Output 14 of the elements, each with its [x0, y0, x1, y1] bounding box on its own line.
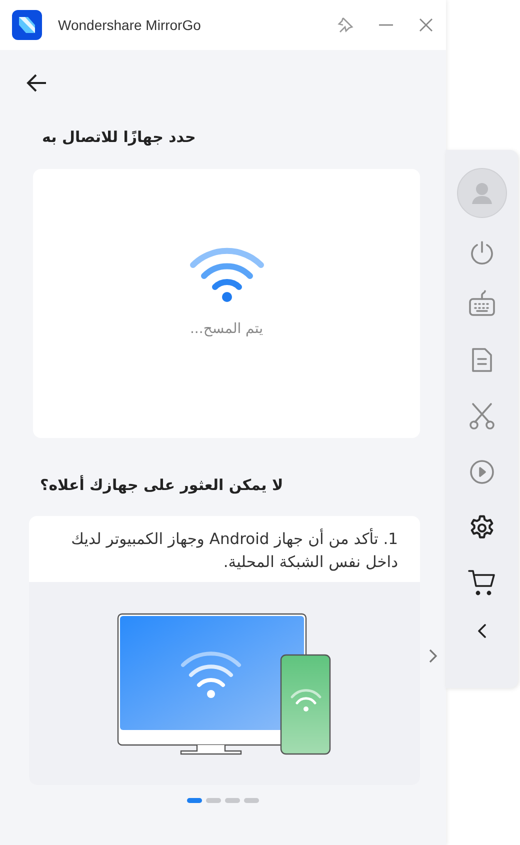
scanning-status: يتم المسح...: [190, 320, 263, 338]
close-icon[interactable]: [418, 17, 434, 33]
app-logo-icon: [12, 10, 42, 40]
avatar-icon[interactable]: [457, 168, 507, 218]
cart-icon[interactable]: [467, 568, 497, 598]
section-heading: حدد جهازًا للاتصال به: [42, 127, 197, 148]
help-heading: لا يمكن العثور على جهازك أعلاه؟: [40, 474, 284, 496]
tip-text: 1. تأكد من أن جهاز Android وجهاز الكمبيوتر لديك داخل نفس الشبكة المحلية.: [70, 527, 399, 573]
next-arrow-icon[interactable]: [428, 648, 438, 664]
wifi-icon: [188, 246, 264, 302]
collapse-arrow-icon[interactable]: [476, 622, 488, 640]
back-icon[interactable]: [26, 72, 48, 94]
pin-icon[interactable]: [336, 16, 354, 34]
window-title: Wondershare MirrorGo: [58, 16, 201, 34]
